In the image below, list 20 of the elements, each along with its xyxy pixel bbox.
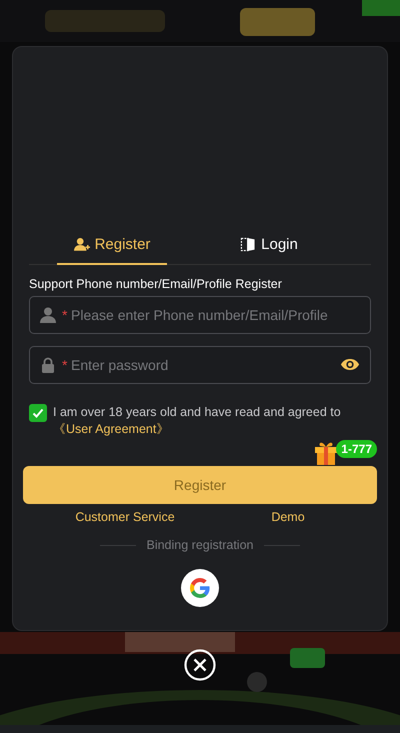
required-mark: *: [62, 356, 68, 374]
checkbox[interactable]: [29, 404, 47, 422]
gift-icon: [314, 440, 338, 466]
binding-label: Binding registration: [146, 538, 254, 552]
add-user-icon: [74, 236, 90, 252]
form-hint: Support Phone number/Email/Profile Register: [29, 277, 283, 291]
close-button[interactable]: [184, 649, 216, 681]
google-login-button[interactable]: [181, 569, 219, 607]
text-link[interactable]: Demo: [271, 510, 305, 524]
g-logo-icon: [188, 576, 212, 600]
bonus-badge: 1-777: [336, 440, 377, 458]
check-icon: [31, 406, 45, 420]
eye-icon[interactable]: [340, 358, 360, 371]
required-mark: *: [62, 306, 68, 324]
text-link[interactable]: Customer Service: [75, 510, 175, 524]
tab[interactable]: Login: [167, 225, 371, 263]
tab[interactable]: Register: [57, 225, 167, 265]
door-icon: [240, 236, 256, 252]
agreement-text: I am over 18 years old and have read and agreed to 《User Agreement》: [53, 404, 342, 438]
user-agreement-link[interactable]: 《User Agreement》: [53, 422, 170, 436]
